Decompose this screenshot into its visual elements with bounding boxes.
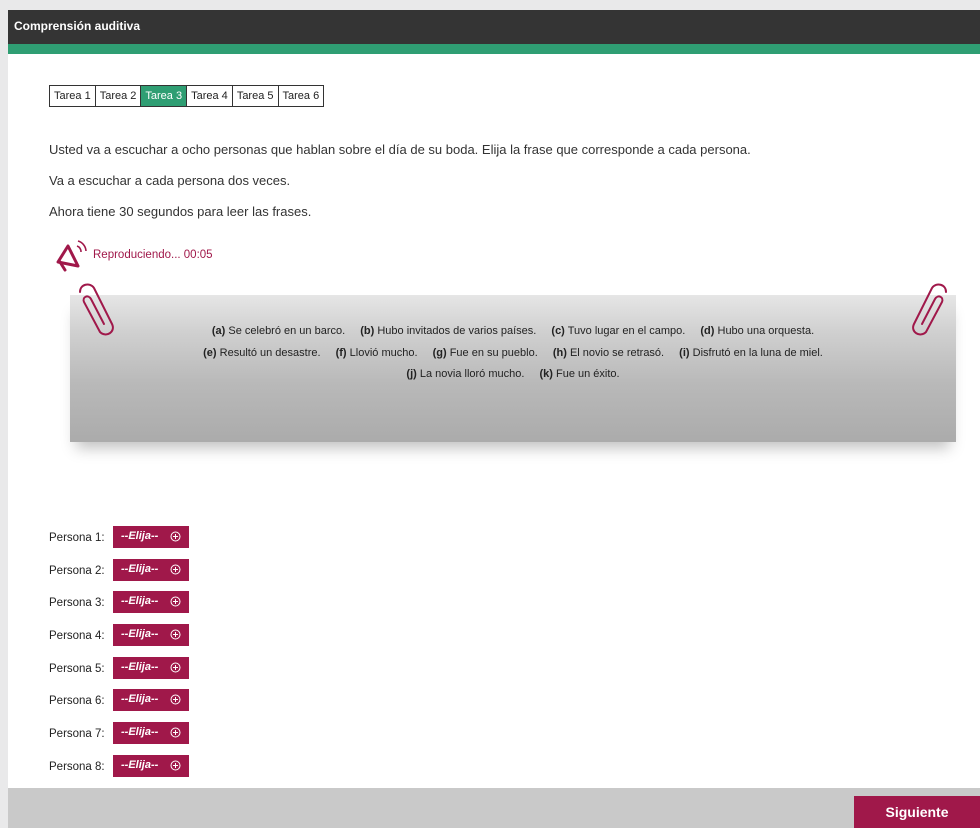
persona-label: Persona 7: xyxy=(49,728,105,741)
playback-status: Reproduciendo... 00:05 xyxy=(93,249,213,261)
dropdown-value: --Elija-- xyxy=(121,660,159,673)
persona-label: Persona 4: xyxy=(49,630,105,643)
tab-tarea-1[interactable]: Tarea 1 xyxy=(50,86,96,106)
tab-tarea-2[interactable]: Tarea 2 xyxy=(96,86,142,106)
persona-label: Persona 3: xyxy=(49,597,105,610)
answer-dropdown[interactable]: --Elija-- xyxy=(113,689,189,712)
persona-label: Persona 8: xyxy=(49,760,105,773)
option-e: (e) Resultó un desastre. xyxy=(203,346,321,359)
expand-plus-icon xyxy=(170,662,181,673)
expand-plus-icon xyxy=(170,629,181,640)
page-title: Comprensión auditiva xyxy=(14,19,141,33)
tab-tarea-3[interactable]: Tarea 3 xyxy=(141,86,188,106)
option-h: (h) El novio se retrasó. xyxy=(552,346,665,359)
persona-label: Persona 6: xyxy=(49,695,105,708)
answer-dropdown[interactable]: --Elija-- xyxy=(113,754,189,777)
next-button[interactable]: Siguiente xyxy=(854,796,980,828)
answer-dropdown[interactable]: --Elija-- xyxy=(113,624,189,647)
tab-tarea-6[interactable]: Tarea 6 xyxy=(279,86,324,106)
task-tabs: Tarea 1 Tarea 2 Tarea 3 Tarea 4 Tarea 5 … xyxy=(49,85,325,107)
instructions: Usted va a escuchar a ocho personas que … xyxy=(49,142,751,235)
expand-plus-icon xyxy=(170,694,181,705)
option-d: (d) Hubo una orquesta. xyxy=(700,325,815,337)
option-c: (c) Tuvo lugar en el campo. xyxy=(551,325,686,337)
dropdown-value: --Elija-- xyxy=(121,693,159,706)
instruction-text: Ahora tiene 30 segundos para leer las fr… xyxy=(49,204,312,219)
footer-bar: Siguiente xyxy=(8,788,980,828)
answer-dropdown[interactable]: --Elija-- xyxy=(113,656,189,679)
option-b: (b) Hubo invitados de varios países. xyxy=(360,325,537,337)
dropdown-value: --Elija-- xyxy=(121,726,159,739)
dropdown-value: --Elija-- xyxy=(121,595,159,608)
persona-label: Persona 2: xyxy=(49,564,105,577)
expand-plus-icon xyxy=(170,531,181,542)
expand-plus-icon xyxy=(170,760,181,771)
option-i: (i) Disfrutó en la luna de miel. xyxy=(679,346,823,359)
expand-plus-icon xyxy=(170,564,181,575)
persona-label: Persona 5: xyxy=(49,662,105,675)
tab-tarea-4[interactable]: Tarea 4 xyxy=(187,86,233,106)
options-list: (a) Se celebró en un barco. (b) Hubo inv… xyxy=(70,321,956,386)
answer-dropdown[interactable]: --Elija-- xyxy=(113,526,189,548)
option-k: (k) Fue un éxito. xyxy=(539,368,620,380)
option-a: (a) Se celebró en un barco. xyxy=(211,325,346,337)
answer-dropdown[interactable]: --Elija-- xyxy=(113,558,189,581)
persona-label: Persona 1: xyxy=(49,532,105,544)
tab-tarea-5[interactable]: Tarea 5 xyxy=(233,86,279,106)
header-bar: Comprensión auditiva xyxy=(8,10,980,44)
option-g: (g) Fue en su pueblo. xyxy=(432,346,538,359)
exam-frame: Comprensión auditiva Tarea 1 Tarea 2 Tar… xyxy=(8,10,980,828)
dropdown-value: --Elija-- xyxy=(121,628,159,641)
answer-dropdown[interactable]: --Elija-- xyxy=(113,591,189,614)
expand-plus-icon xyxy=(170,596,181,607)
answer-dropdown[interactable]: --Elija-- xyxy=(113,722,189,745)
dropdown-value: --Elija-- xyxy=(121,758,159,771)
instruction-text: Usted va a escuchar a ocho personas que … xyxy=(49,142,751,157)
option-j: (j) La novia lloró mucho. xyxy=(406,368,525,380)
option-f: (f) Llovió mucho. xyxy=(335,346,418,359)
instruction-text: Va a escuchar a cada persona dos veces. xyxy=(49,173,291,188)
dropdown-value: --Elija-- xyxy=(121,562,159,575)
header-accent-strip xyxy=(8,44,980,54)
megaphone-icon xyxy=(56,240,87,272)
dropdown-value: --Elija-- xyxy=(121,530,159,542)
expand-plus-icon xyxy=(170,727,181,738)
